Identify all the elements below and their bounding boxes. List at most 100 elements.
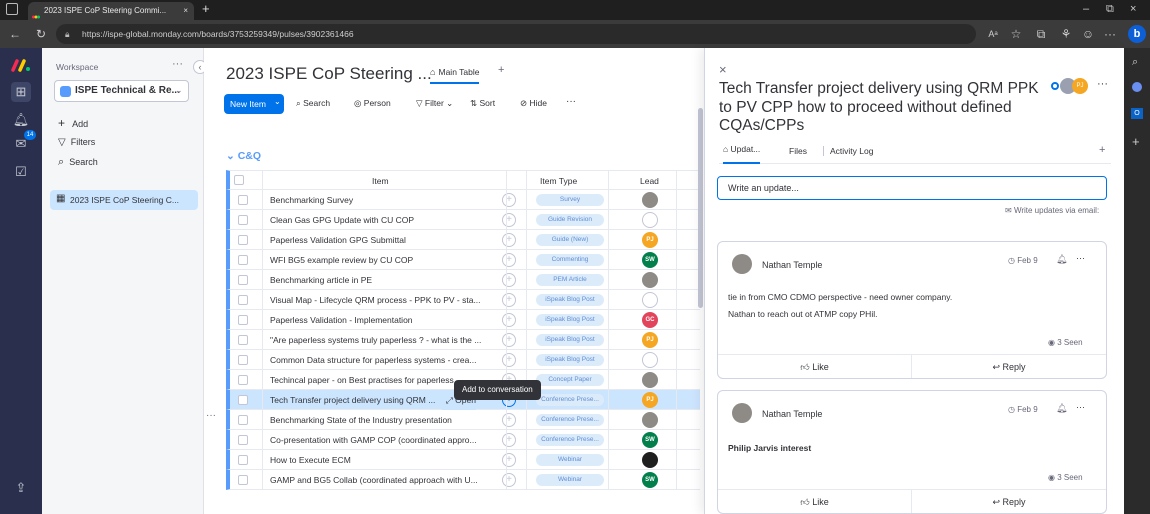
item-type-label[interactable]: Guide (New) [536, 234, 604, 246]
toolbar-more-button[interactable]: ··· [566, 96, 576, 107]
add-conversation-icon[interactable]: + [502, 193, 516, 207]
table-row[interactable]: Co-presentation with GAMP COP (coordinat… [226, 430, 700, 450]
item-type-label[interactable]: Conference Prese... [536, 394, 604, 406]
add-conversation-icon[interactable]: + [502, 313, 516, 327]
row-checkbox[interactable] [238, 475, 248, 485]
item-name[interactable]: Paperless Validation GPG Submittal [270, 230, 488, 250]
add-action[interactable]: + Add [58, 116, 88, 130]
add-conversation-icon[interactable]: + [502, 293, 516, 307]
tab-close-icon[interactable]: × [183, 2, 188, 20]
add-conversation-icon[interactable]: + [502, 413, 516, 427]
bell-icon[interactable]: 🔔︎ [1056, 254, 1067, 265]
item-type-label[interactable]: Commenting [536, 254, 604, 266]
reply-button[interactable]: ↩ Reply [912, 354, 1106, 378]
row-more-button[interactable]: ··· [206, 410, 216, 421]
minimize-button[interactable]: – [1083, 3, 1089, 15]
row-checkbox[interactable] [238, 335, 248, 345]
item-type-label[interactable]: Concept Paper [536, 374, 604, 386]
avatar[interactable]: SW [642, 432, 658, 448]
add-conversation-icon[interactable]: + [502, 433, 516, 447]
hide-button[interactable]: ⊘ Hide [520, 98, 547, 109]
board-title[interactable]: 2023 ISPE CoP Steering ... [226, 64, 432, 84]
update-more-button[interactable]: ··· [1076, 402, 1085, 412]
item-name[interactable]: Benchmarking article in PE [270, 270, 488, 290]
new-tab-button[interactable]: + [202, 1, 210, 16]
avatar[interactable]: PJ [642, 392, 658, 408]
table-row[interactable]: Visual Map - Lifecycle QRM process - PPK… [226, 290, 700, 310]
avatar[interactable]: SW [642, 472, 658, 488]
my-work-icon[interactable]: ☑ [11, 162, 31, 182]
new-item-button[interactable]: New Item ⌄ [224, 94, 284, 114]
table-row[interactable]: How to Execute ECM + Webinar [226, 450, 700, 470]
item-more-button[interactable]: ··· [1097, 78, 1108, 90]
board-list-item[interactable]: ▦ 2023 ISPE CoP Steering C... [50, 190, 198, 210]
table-row[interactable]: Paperless Validation - Implementation + iS… [226, 310, 700, 330]
item-name[interactable]: GAMP and BG5 Collab (coordinated approac… [270, 470, 488, 490]
search-icon[interactable]: ⌕ [1132, 56, 1138, 69]
add-conversation-icon[interactable]: + [502, 333, 516, 347]
table-row[interactable]: Paperless Validation GPG Submittal + Guide… [226, 230, 700, 250]
update-input[interactable]: Write an update... [717, 176, 1107, 200]
copilot-icon[interactable] [1132, 82, 1142, 92]
board-scrollbar[interactable] [698, 108, 703, 308]
row-checkbox[interactable] [238, 215, 248, 225]
reply-button[interactable]: ↩ Reply [912, 489, 1106, 513]
url-field[interactable]: 🔒︎ https://ispe-global.monday.com/boards… [56, 24, 976, 44]
avatar[interactable] [642, 352, 658, 368]
column-header-item[interactable]: Item [372, 176, 389, 186]
row-checkbox[interactable] [238, 275, 248, 285]
avatar[interactable] [642, 452, 658, 468]
tab-actions-icon[interactable] [6, 3, 18, 15]
group-header[interactable]: ⌄ C&Q [226, 150, 261, 162]
table-row[interactable]: Benchmarking State of the Industry prese… [226, 410, 700, 430]
avatar[interactable]: SW [642, 252, 658, 268]
table-row[interactable]: "Are paperless systems truly paperless ?… [226, 330, 700, 350]
bing-icon[interactable]: b [1128, 25, 1146, 43]
author-name[interactable]: Nathan Temple [762, 260, 822, 270]
item-type-label[interactable]: Conference Prese... [536, 434, 604, 446]
extension-icon[interactable]: ⚘ [1055, 20, 1077, 48]
column-header-lead[interactable]: Lead [640, 176, 659, 186]
browser-menu-icon[interactable]: ··· [1099, 20, 1121, 48]
monday-logo[interactable] [11, 58, 31, 75]
avatar[interactable] [642, 292, 658, 308]
tab-activity-log[interactable]: Activity Log [823, 146, 873, 156]
item-name[interactable]: Benchmarking State of the Industry prese… [270, 410, 488, 430]
workspace-more-icon[interactable]: ··· [172, 58, 183, 70]
row-checkbox[interactable] [238, 235, 248, 245]
add-sidebar-icon[interactable]: + [1132, 134, 1140, 149]
author-name[interactable]: Nathan Temple [762, 409, 822, 419]
row-checkbox[interactable] [238, 315, 248, 325]
item-type-label[interactable]: iSpeak Blog Post [536, 354, 604, 366]
row-checkbox[interactable] [238, 295, 248, 305]
item-type-label[interactable]: Webinar [536, 454, 604, 466]
restore-button[interactable]: ⧉ [1106, 3, 1114, 16]
item-name[interactable]: How to Execute ECM [270, 450, 488, 470]
column-header-type[interactable]: Item Type [540, 176, 577, 186]
profile-avatar-icon[interactable]: ☺ [1077, 20, 1099, 48]
add-conversation-icon[interactable]: + [502, 473, 516, 487]
add-conversation-icon[interactable]: + [502, 213, 516, 227]
bell-icon[interactable]: 🔔︎ [1056, 403, 1067, 414]
add-conversation-icon[interactable]: + [502, 353, 516, 367]
workspace-selector[interactable]: ISPE Technical & Re... ⌄ [54, 80, 189, 102]
avatar[interactable] [642, 212, 658, 228]
favorites-icon[interactable]: ☆ [1005, 20, 1027, 48]
close-window-button[interactable]: × [1130, 3, 1136, 15]
filter-button[interactable]: ▽ Filter ⌄ [416, 98, 453, 109]
seen-count[interactable]: ◉ 3 Seen [1048, 338, 1083, 347]
item-name[interactable]: Paperless Validation - Implementation [270, 310, 488, 330]
avatar[interactable] [642, 272, 658, 288]
item-name[interactable]: Common Data structure for paperless syst… [270, 350, 488, 370]
update-more-button[interactable]: ··· [1076, 253, 1085, 263]
item-type-label[interactable]: Conference Prese... [536, 414, 604, 426]
table-row[interactable]: Clean Gas GPG Update with CU COP + Guide R… [226, 210, 700, 230]
item-type-label[interactable]: iSpeak Blog Post [536, 294, 604, 306]
select-all-checkbox[interactable] [234, 175, 244, 185]
table-row[interactable]: Common Data structure for paperless syst… [226, 350, 700, 370]
item-type-label[interactable]: PEM Article [536, 274, 604, 286]
person-button[interactable]: ◎ Person [354, 98, 391, 109]
outlook-icon[interactable]: O [1131, 108, 1143, 119]
table-row[interactable]: Benchmarking article in PE + PEM Article [226, 270, 700, 290]
row-checkbox[interactable] [238, 195, 248, 205]
